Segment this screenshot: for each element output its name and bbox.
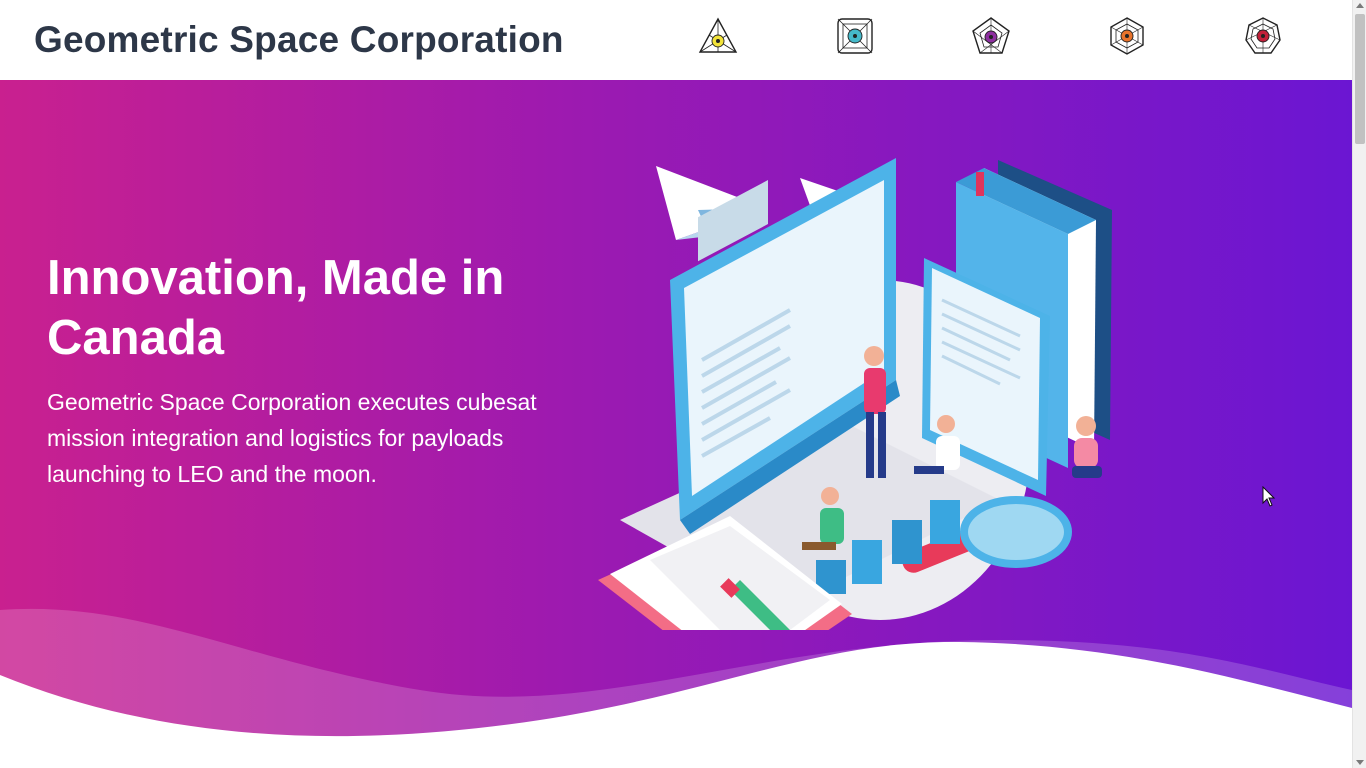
- hexagon-emblem-icon[interactable]: [1107, 16, 1147, 56]
- hero-title: Innovation, Made in Canada: [47, 251, 505, 365]
- site-header: Geometric Space Corporation: [0, 0, 1352, 80]
- hero-section: Innovation, Made in Canada Geometric Spa…: [0, 80, 1352, 768]
- vertical-scrollbar[interactable]: [1352, 0, 1366, 768]
- square-emblem-icon[interactable]: [835, 16, 875, 56]
- brand-logo-link[interactable]: Geometric Space Corporation: [34, 19, 564, 61]
- page: Geometric Space Corporation Innovation, …: [0, 0, 1352, 768]
- hero-description: Geometric Space Corporation executes cub…: [47, 389, 537, 487]
- hero-wave-divider: [0, 608, 1352, 768]
- hero-illustration: [598, 158, 1112, 630]
- mouse-cursor-icon: [1262, 486, 1276, 507]
- scrollbar-thumb[interactable]: [1355, 14, 1365, 144]
- scroll-down-arrow-icon[interactable]: [1356, 760, 1364, 765]
- scroll-up-arrow-icon[interactable]: [1356, 3, 1364, 8]
- pentagon-emblem-icon[interactable]: [971, 16, 1011, 56]
- heptagon-emblem-icon[interactable]: [1243, 16, 1283, 56]
- triangle-emblem-icon[interactable]: [698, 16, 738, 56]
